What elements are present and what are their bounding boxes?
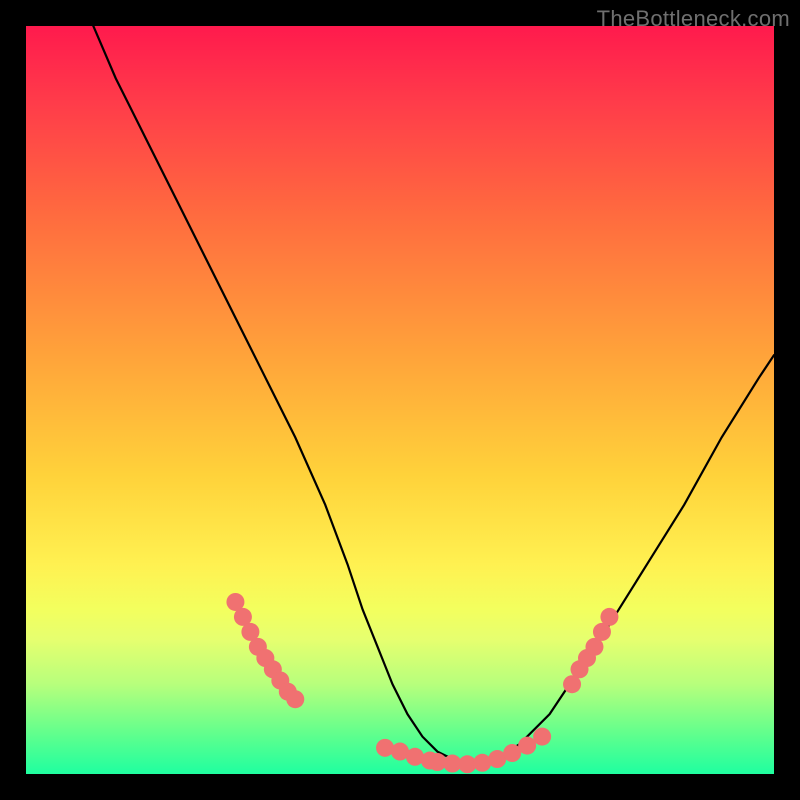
data-markers xyxy=(226,593,618,773)
watermark-text: TheBottleneck.com xyxy=(597,6,790,32)
data-marker xyxy=(533,728,551,746)
data-marker xyxy=(286,690,304,708)
data-marker xyxy=(600,608,618,626)
chart-svg xyxy=(26,26,774,774)
data-marker xyxy=(376,739,394,757)
chart-frame: TheBottleneck.com xyxy=(0,0,800,800)
data-marker xyxy=(406,748,424,766)
data-marker xyxy=(473,754,491,772)
chart-plot-area xyxy=(26,26,774,774)
data-marker xyxy=(518,737,536,755)
bottleneck-curve xyxy=(93,26,774,767)
